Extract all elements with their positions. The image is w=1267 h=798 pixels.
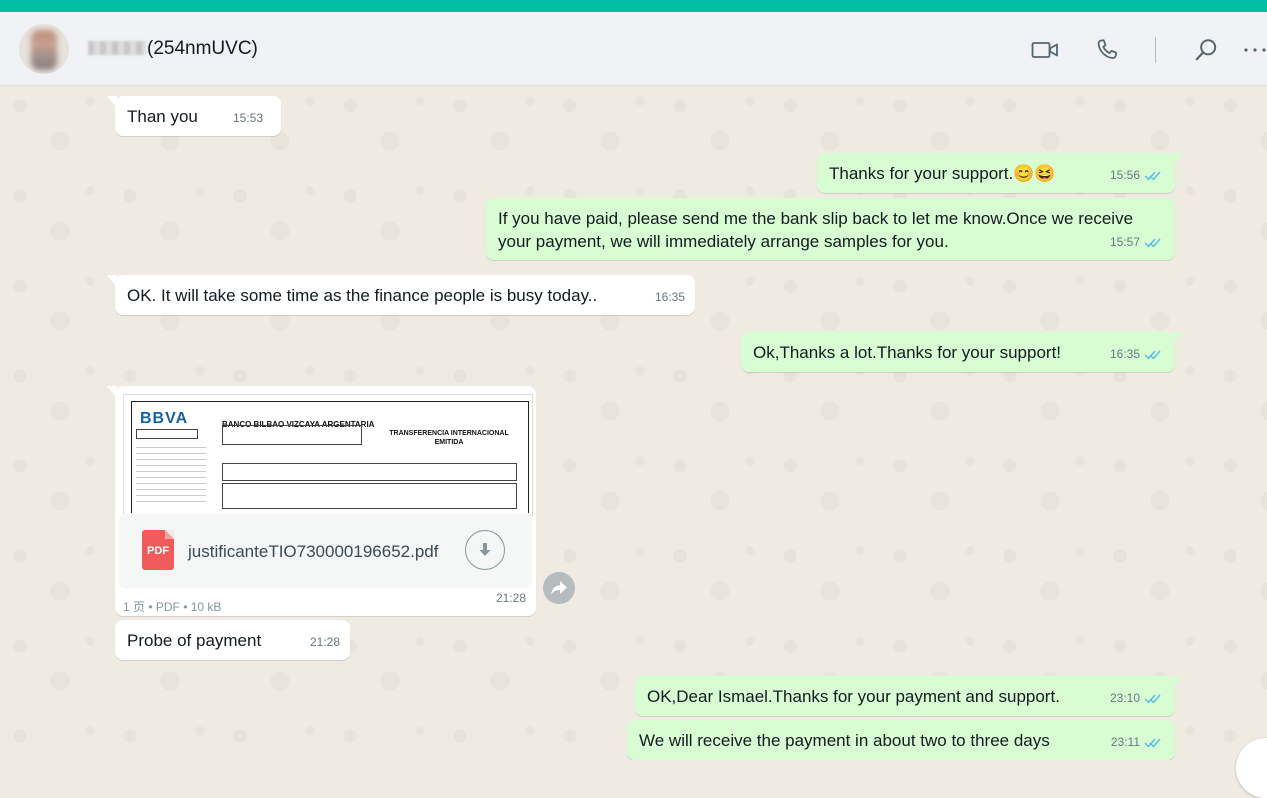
forward-button[interactable] [543, 572, 575, 604]
download-button[interactable] [465, 530, 505, 570]
incoming-message[interactable]: Probe of payment 21:28 [115, 620, 350, 660]
document-attachment[interactable]: PDF justificanteTIO730000196652.pdf [119, 514, 532, 588]
outgoing-message[interactable]: We will receive the payment in about two… [627, 720, 1175, 760]
blurred-name [88, 41, 146, 55]
document-info: 1 页 • PDF • 10 kB [123, 600, 222, 614]
document-message[interactable]: BBVA BANCO BILBAO VIZCAYA ARGENTARIA TRA… [107, 386, 536, 616]
incoming-message[interactable]: OK. It will take some time as the financ… [107, 275, 695, 315]
header-divider [1155, 37, 1156, 63]
outgoing-message[interactable]: Thanks for your support.😊😆 15:56 [817, 153, 1183, 193]
outgoing-message[interactable]: OK,Dear Ismael.Thanks for your payment a… [635, 676, 1183, 716]
download-arrow-icon [479, 543, 491, 556]
document-filename: justificanteTIO730000196652.pdf [188, 542, 439, 561]
outgoing-message[interactable]: If you have paid, please send me the ban… [486, 198, 1175, 260]
outgoing-message[interactable]: Ok,Thanks a lot.Thanks for your support!… [741, 332, 1183, 372]
bank-logo: BBVA [140, 410, 189, 427]
read-receipt-icon [1144, 350, 1161, 360]
message-list[interactable]: Than you 15:53 Thanks for your support.😊… [0, 86, 1267, 760]
more-options-icon[interactable] [1241, 36, 1267, 64]
read-receipt-icon [1144, 738, 1161, 748]
document-preview[interactable]: BBVA BANCO BILBAO VIZCAYA ARGENTARIA TRA… [123, 394, 533, 516]
incoming-message[interactable]: Than you 15:53 [107, 96, 281, 136]
window-accent-bar [0, 0, 1267, 12]
contact-avatar[interactable] [19, 24, 69, 74]
pdf-file-icon: PDF [142, 530, 174, 570]
video-call-icon[interactable] [1031, 36, 1059, 64]
read-receipt-icon [1144, 238, 1161, 248]
chat-header: (254nmUVC) [0, 12, 1267, 86]
read-receipt-icon [1144, 171, 1161, 181]
forward-icon [551, 581, 567, 595]
search-icon[interactable] [1192, 36, 1220, 64]
voice-call-icon[interactable] [1093, 36, 1121, 64]
contact-name[interactable]: (254nmUVC) [88, 38, 258, 60]
read-receipt-icon [1144, 694, 1161, 704]
